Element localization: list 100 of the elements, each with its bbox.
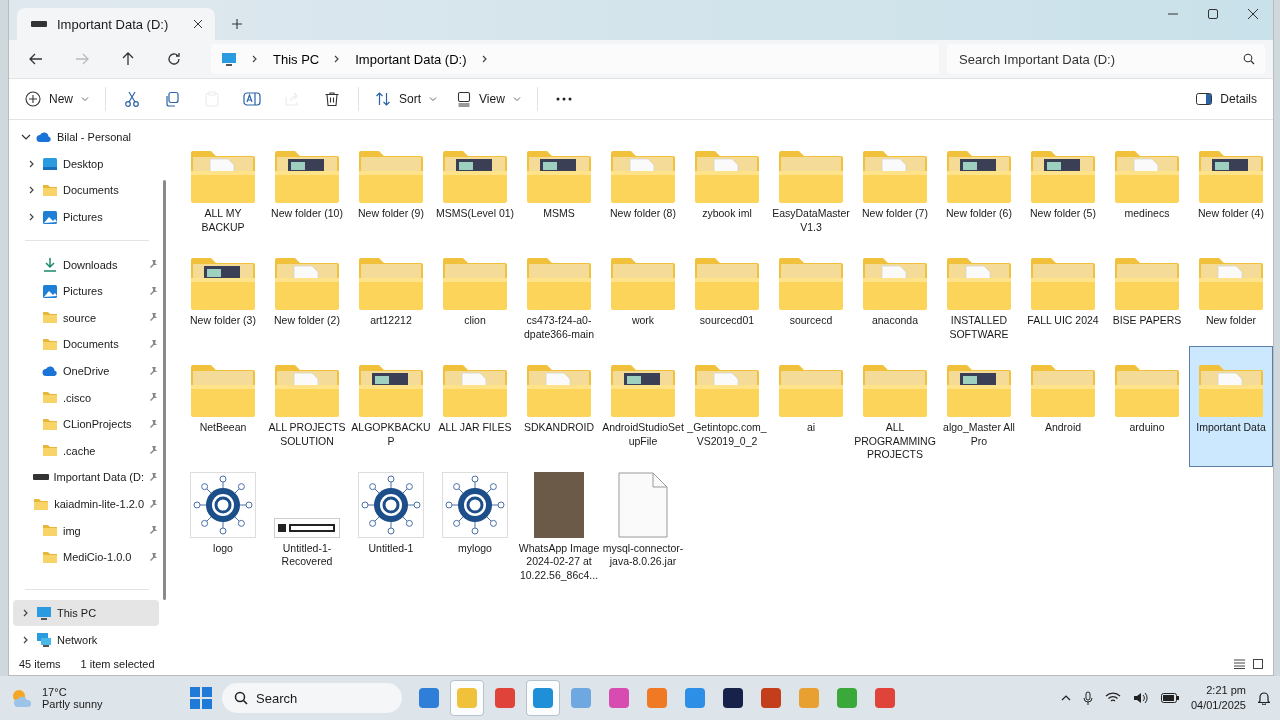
file-item[interactable]: Android	[1021, 346, 1105, 467]
sidebar-item[interactable]: source	[13, 304, 159, 332]
file-item[interactable]: MSMS	[517, 132, 601, 239]
file-item[interactable]: AndroidStudioSetupFile	[601, 346, 685, 467]
file-item[interactable]: New folder (10)	[265, 132, 349, 239]
window-tab[interactable]: Important Data (D:)	[17, 8, 215, 40]
file-item[interactable]: ALL MY BACKUP	[181, 132, 265, 239]
sidebar-item[interactable]: img	[13, 517, 159, 544]
wifi-icon[interactable]	[1104, 692, 1121, 704]
sidebar-item[interactable]: Bilal - Personal	[13, 124, 159, 151]
file-item[interactable]: MSMS(Level 01)	[433, 132, 517, 239]
file-item[interactable]: EasyDataMaster V1.3	[769, 132, 853, 239]
sidebar-item[interactable]: Documents	[13, 177, 159, 204]
file-item[interactable]: sourcecd	[769, 239, 853, 346]
sidebar-item[interactable]: CLionProjects	[13, 410, 159, 438]
plus-icon	[25, 91, 41, 107]
sidebar-item[interactable]: Network	[13, 626, 159, 653]
refresh-icon	[166, 51, 182, 67]
file-item[interactable]: INSTALLED SOFTWARE	[937, 239, 1021, 346]
file-item[interactable]: algo_Master All Pro	[937, 346, 1021, 467]
sidebar-item[interactable]: Desktop	[13, 150, 159, 178]
file-item[interactable]: logo	[181, 466, 265, 587]
taskbar-search[interactable]: Search	[222, 683, 402, 713]
file-item[interactable]: mysql-connector-java-8.0.26.jar	[601, 466, 685, 587]
file-item[interactable]: BISE PAPERS	[1105, 239, 1189, 346]
microphone-icon[interactable]	[1082, 691, 1093, 705]
view-button[interactable]: View	[449, 84, 529, 114]
file-item[interactable]: arduino	[1105, 346, 1189, 467]
sidebar-item[interactable]: Downloads	[13, 251, 159, 278]
forward-arrow-icon	[74, 51, 90, 67]
file-item[interactable]: Important Data	[1189, 346, 1273, 467]
sidebar-item[interactable]: .cache	[13, 437, 159, 465]
cloud-icon	[42, 365, 58, 377]
file-item[interactable]: New folder (7)	[853, 132, 937, 239]
folder-icon	[442, 258, 508, 310]
folder-icon	[190, 258, 256, 310]
file-item[interactable]: ALL PROJECTS SOLUTION	[265, 346, 349, 467]
folder-icon	[1114, 151, 1180, 203]
sort-button[interactable]: Sort	[367, 84, 446, 114]
weather-icon	[10, 687, 34, 709]
sidebar-item[interactable]: kaiadmin-lite-1.2.0	[13, 490, 159, 518]
file-item[interactable]: Untitled-1	[349, 466, 433, 587]
tiles-view-icon[interactable]	[1253, 659, 1263, 669]
file-item[interactable]: SDKANDROID	[517, 346, 601, 467]
folder-icon	[1198, 258, 1264, 310]
file-item[interactable]: Untitled-1-Recovered	[265, 466, 349, 587]
battery-icon[interactable]	[1160, 693, 1179, 703]
sidebar-item[interactable]: Documents	[13, 331, 159, 358]
sidebar-item[interactable]: .cisco	[13, 384, 159, 411]
chevron-up-icon[interactable]	[1060, 695, 1071, 701]
details-view-icon[interactable]	[1234, 659, 1245, 669]
file-item[interactable]: NetBeean	[181, 346, 265, 467]
bell-icon[interactable]	[1258, 691, 1270, 705]
file-item[interactable]: cs473-f24-a0-dpate366-main	[517, 239, 601, 346]
file-item[interactable]: ai	[769, 346, 853, 467]
file-item[interactable]: mylogo	[433, 466, 517, 587]
file-item[interactable]: art12212	[349, 239, 433, 346]
file-item[interactable]: clion	[433, 239, 517, 346]
file-item[interactable]: ALL JAR FILES	[433, 346, 517, 467]
folder-icon	[274, 365, 340, 417]
file-item[interactable]: New folder (4)	[1189, 132, 1273, 239]
sidebar-item[interactable]: OneDrive	[13, 357, 159, 385]
file-item[interactable]: medinecs	[1105, 132, 1189, 239]
details-button[interactable]: Details	[1188, 84, 1265, 114]
file-item[interactable]: ALL PROGRAMMING PROJECTS	[853, 346, 937, 467]
windows-start-icon[interactable]	[190, 687, 212, 709]
new-button[interactable]: New	[17, 84, 97, 114]
file-item[interactable]: work	[601, 239, 685, 346]
folder-icon	[274, 151, 340, 203]
file-item[interactable]: FALL UIC 2024	[1021, 239, 1105, 346]
file-item[interactable]: New folder (3)	[181, 239, 265, 346]
file-item[interactable]: New folder (5)	[1021, 132, 1105, 239]
breadcrumb-item[interactable]: This PC	[273, 51, 320, 67]
plus-icon[interactable]	[229, 16, 245, 32]
address-bar[interactable]: This PC Important Data (D:)	[211, 44, 939, 74]
search-icon	[1243, 53, 1255, 65]
file-item[interactable]: New folder	[1189, 239, 1273, 346]
folder-icon	[42, 444, 58, 458]
file-item[interactable]: sourcecd01	[685, 239, 769, 346]
sidebar-item[interactable]: Important Data (D:	[13, 464, 159, 491]
sidebar-item[interactable]: Pictures	[13, 277, 159, 305]
folder-icon	[1114, 258, 1180, 310]
file-item[interactable]: zybook iml	[685, 132, 769, 239]
folder-icon	[610, 258, 676, 310]
sidebar-item[interactable]: Pictures	[13, 203, 159, 231]
clock[interactable]: 2:21 pm 04/01/2025	[1190, 683, 1246, 713]
sidebar-item[interactable]: This PC	[13, 599, 159, 627]
file-item[interactable]: New folder (2)	[265, 239, 349, 346]
file-item[interactable]: anaconda	[853, 239, 937, 346]
file-item[interactable]: New folder (9)	[349, 132, 433, 239]
sidebar-item[interactable]: MediCio-1.0.0	[13, 543, 159, 571]
search-field[interactable]: Search Important Data (D:)	[947, 44, 1265, 74]
close-icon[interactable]	[191, 17, 205, 31]
file-item[interactable]: WhatsApp Image 2024-02-27 at 10.22.56_86c4...	[517, 466, 601, 587]
file-item[interactable]: New folder (8)	[601, 132, 685, 239]
file-item[interactable]: _Getintopc.com_VS2019_0_2	[685, 346, 769, 467]
speaker-icon[interactable]	[1132, 692, 1149, 704]
file-item[interactable]: New folder (6)	[937, 132, 1021, 239]
file-item[interactable]: ALGOPKBACKUP	[349, 346, 433, 467]
breadcrumb-item[interactable]: Important Data (D:)	[355, 51, 467, 67]
